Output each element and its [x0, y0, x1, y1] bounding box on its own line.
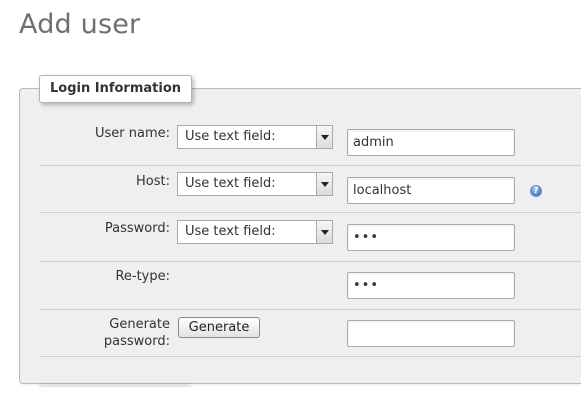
- username-type-select[interactable]: Use text field:: [177, 125, 333, 149]
- chevron-down-icon[interactable]: [316, 221, 332, 243]
- generate-password-label-line1: Generate: [109, 317, 170, 332]
- password-type-select[interactable]: Use text field:: [177, 220, 333, 244]
- row-divider: [39, 309, 581, 310]
- host-input[interactable]: localhost: [347, 177, 515, 204]
- username-type-select-value: Use text field:: [185, 129, 276, 144]
- username-input[interactable]: admin: [347, 129, 515, 156]
- generate-password-label: Generate password:: [104, 316, 170, 350]
- generate-password-label-line2: password:: [103, 334, 170, 349]
- help-icon[interactable]: ?: [530, 185, 542, 197]
- row-divider: [39, 261, 581, 262]
- generate-button[interactable]: Generate: [178, 317, 260, 338]
- host-type-select[interactable]: Use text field:: [177, 172, 333, 196]
- retype-password-input[interactable]: •••: [347, 272, 515, 299]
- row-divider: [39, 212, 581, 213]
- host-type-select-value: Use text field:: [185, 176, 276, 191]
- password-label: Password:: [104, 221, 170, 236]
- row-divider: [39, 356, 581, 357]
- login-information-legend: Login Information: [39, 75, 193, 103]
- password-type-select-value: Use text field:: [185, 224, 276, 239]
- host-label: Host:: [136, 174, 170, 189]
- row-divider: [39, 165, 581, 166]
- username-label: User name:: [94, 126, 170, 141]
- retype-label: Re-type:: [115, 269, 170, 284]
- chevron-down-icon[interactable]: [316, 126, 332, 148]
- next-fieldset-legend-edge: [39, 387, 191, 391]
- password-input[interactable]: •••: [347, 224, 515, 251]
- chevron-down-icon[interactable]: [316, 173, 332, 195]
- generated-password-input[interactable]: [347, 320, 515, 347]
- page-title: Add user: [19, 9, 141, 40]
